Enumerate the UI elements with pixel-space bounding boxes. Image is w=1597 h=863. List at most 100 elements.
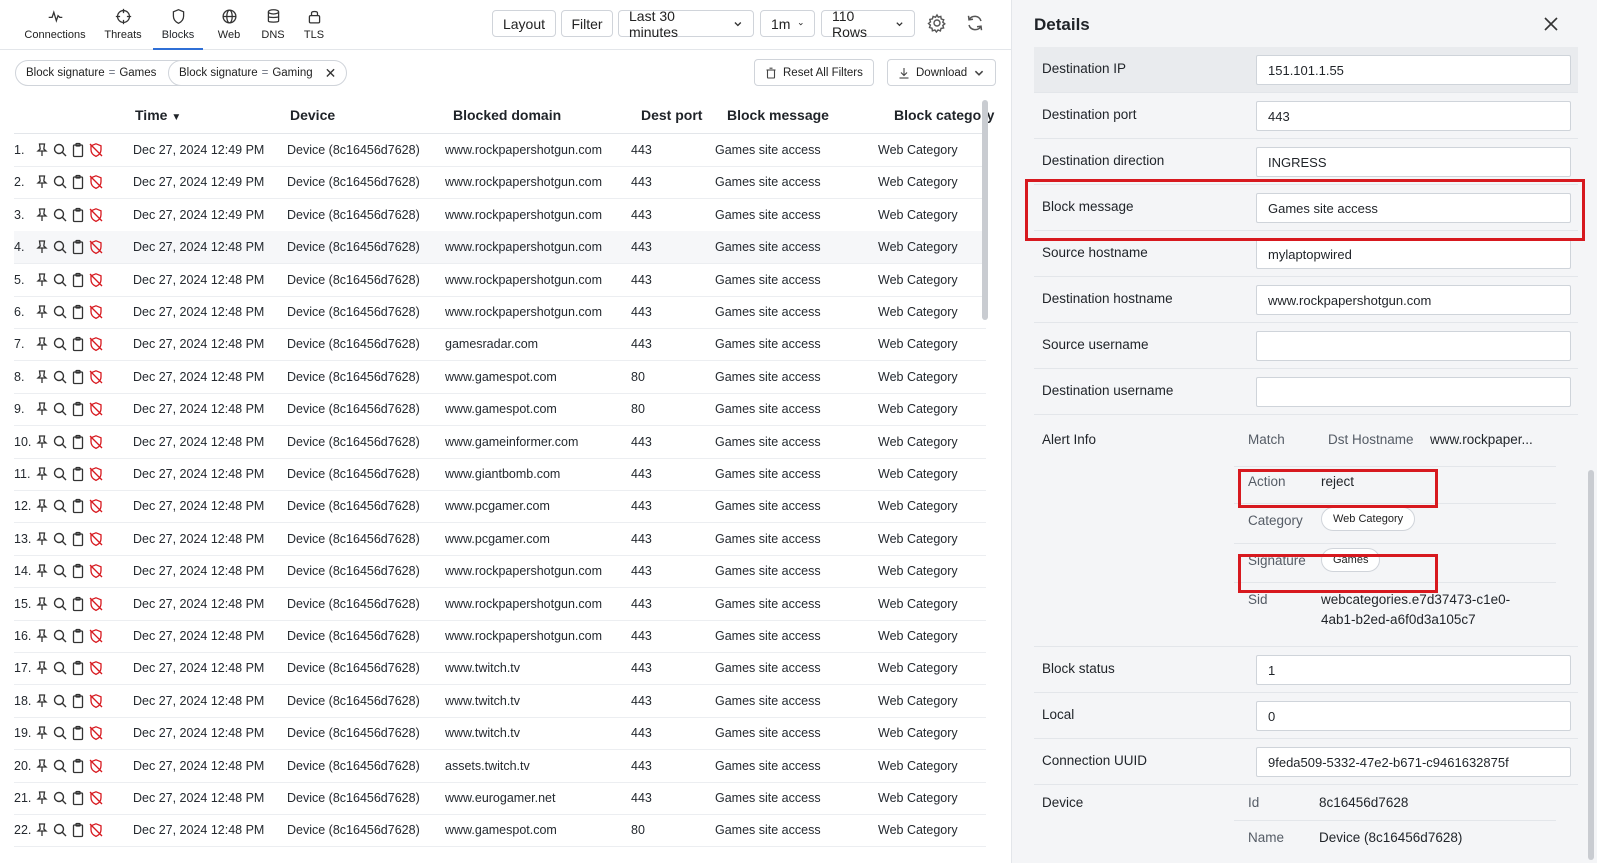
search-icon[interactable] xyxy=(52,563,68,579)
clipboard-icon[interactable] xyxy=(70,304,86,320)
pin-icon[interactable] xyxy=(34,272,50,288)
reset-filters-button[interactable]: Reset All Filters xyxy=(754,59,874,86)
table-row[interactable]: 21. Dec 27, 2024 12:48 PM Device (8c16456d… xyxy=(14,782,986,815)
detail-value-field[interactable]: INGRESS xyxy=(1256,147,1571,177)
pin-icon[interactable] xyxy=(34,758,50,774)
clipboard-icon[interactable] xyxy=(70,725,86,741)
pin-icon[interactable] xyxy=(34,401,50,417)
detail-value-field[interactable]: 443 xyxy=(1256,101,1571,131)
table-row[interactable]: 11. Dec 27, 2024 12:48 PM Device (8c16456d… xyxy=(14,458,986,491)
detail-value-field[interactable] xyxy=(1256,331,1571,361)
pin-icon[interactable] xyxy=(34,369,50,385)
search-icon[interactable] xyxy=(52,596,68,612)
search-icon[interactable] xyxy=(52,693,68,709)
column-header-domain[interactable]: Blocked domain xyxy=(453,107,561,123)
table-row[interactable]: 9. Dec 27, 2024 12:48 PM Device (8c16456d7… xyxy=(14,393,986,427)
settings-button[interactable] xyxy=(926,12,948,34)
table-row[interactable]: 13. Dec 27, 2024 12:48 PM Device (8c16456d… xyxy=(14,523,986,556)
search-icon[interactable] xyxy=(52,207,68,223)
unblock-icon[interactable] xyxy=(88,660,104,676)
pin-icon[interactable] xyxy=(34,725,50,741)
tab-threats[interactable]: Threats xyxy=(100,0,146,49)
search-icon[interactable] xyxy=(52,790,68,806)
search-icon[interactable] xyxy=(52,272,68,288)
table-row[interactable]: 6. Dec 27, 2024 12:48 PM Device (8c16456d7… xyxy=(14,296,986,329)
unblock-icon[interactable] xyxy=(88,272,104,288)
table-row[interactable]: 4. Dec 27, 2024 12:48 PM Device (8c16456d7… xyxy=(14,231,986,265)
pin-icon[interactable] xyxy=(34,142,50,158)
detail-value-field[interactable]: 9feda509-5332-47e2-b671-c9461632875f xyxy=(1256,747,1571,777)
clipboard-icon[interactable] xyxy=(70,207,86,223)
table-row[interactable]: 10. Dec 27, 2024 12:48 PM Device (8c16456d… xyxy=(14,426,986,459)
column-header-message[interactable]: Block message xyxy=(727,107,829,123)
search-icon[interactable] xyxy=(52,531,68,547)
detail-value-field[interactable]: 1 xyxy=(1256,655,1571,685)
layout-button[interactable]: Layout xyxy=(492,10,556,37)
column-header-device[interactable]: Device xyxy=(290,107,335,123)
search-icon[interactable] xyxy=(52,304,68,320)
clipboard-icon[interactable] xyxy=(70,336,86,352)
detail-value-field[interactable]: 151.101.1.55 xyxy=(1256,55,1571,85)
remove-filter-icon[interactable]: ✕ xyxy=(325,66,337,80)
table-row[interactable]: 5. Dec 27, 2024 12:48 PM Device (8c16456d7… xyxy=(14,264,986,297)
search-icon[interactable] xyxy=(52,660,68,676)
unblock-icon[interactable] xyxy=(88,822,104,838)
filter-chip[interactable]: Block signature = Gaming ✕ xyxy=(168,60,348,86)
unblock-icon[interactable] xyxy=(88,498,104,514)
details-scrollbar[interactable] xyxy=(1588,470,1594,860)
pin-icon[interactable] xyxy=(34,693,50,709)
tab-dns[interactable]: DNS xyxy=(254,0,292,49)
search-icon[interactable] xyxy=(52,498,68,514)
unblock-icon[interactable] xyxy=(88,142,104,158)
rows-select[interactable]: 110 Rows xyxy=(821,8,915,40)
clipboard-icon[interactable] xyxy=(70,239,86,255)
unblock-icon[interactable] xyxy=(88,174,104,190)
table-row[interactable]: 22. Dec 27, 2024 12:48 PM Device (8c16456d… xyxy=(14,814,986,848)
tab-connections[interactable]: Connections xyxy=(22,0,88,49)
clipboard-icon[interactable] xyxy=(70,466,86,482)
clipboard-icon[interactable] xyxy=(70,369,86,385)
table-row[interactable]: 12. Dec 27, 2024 12:48 PM Device (8c16456d… xyxy=(14,490,986,524)
pin-icon[interactable] xyxy=(34,660,50,676)
pin-icon[interactable] xyxy=(34,822,50,838)
pin-icon[interactable] xyxy=(34,498,50,514)
filter-button[interactable]: Filter xyxy=(561,10,613,37)
table-row[interactable]: 7. Dec 27, 2024 12:48 PM Device (8c16456d7… xyxy=(14,328,986,362)
table-row[interactable]: 20. Dec 27, 2024 12:48 PM Device (8c16456d… xyxy=(14,750,986,783)
column-header-port[interactable]: Dest port xyxy=(641,107,702,123)
pin-icon[interactable] xyxy=(34,434,50,450)
filter-chip[interactable]: Block signature = Games ✕ xyxy=(15,60,192,86)
detail-value-field[interactable]: mylaptopwired xyxy=(1256,239,1571,269)
clipboard-icon[interactable] xyxy=(70,401,86,417)
pin-icon[interactable] xyxy=(34,336,50,352)
table-row[interactable]: 15. Dec 27, 2024 12:48 PM Device (8c16456d… xyxy=(14,588,986,621)
detail-value-field[interactable] xyxy=(1256,377,1571,407)
unblock-icon[interactable] xyxy=(88,563,104,579)
clipboard-icon[interactable] xyxy=(70,693,86,709)
search-icon[interactable] xyxy=(52,401,68,417)
table-row[interactable]: 18. Dec 27, 2024 12:48 PM Device (8c16456d… xyxy=(14,685,986,718)
close-details-button[interactable] xyxy=(1541,14,1561,34)
clipboard-icon[interactable] xyxy=(70,596,86,612)
search-icon[interactable] xyxy=(52,758,68,774)
search-icon[interactable] xyxy=(52,628,68,644)
search-icon[interactable] xyxy=(52,725,68,741)
tab-web[interactable]: Web xyxy=(210,0,248,49)
search-icon[interactable] xyxy=(52,822,68,838)
pin-icon[interactable] xyxy=(34,563,50,579)
table-row[interactable]: 2. Dec 27, 2024 12:49 PM Device (8c16456d7… xyxy=(14,166,986,200)
unblock-icon[interactable] xyxy=(88,304,104,320)
detail-value-field[interactable]: 0 xyxy=(1256,701,1571,731)
interval-select[interactable]: 1m xyxy=(760,10,815,37)
clipboard-icon[interactable] xyxy=(70,531,86,547)
pin-icon[interactable] xyxy=(34,628,50,644)
search-icon[interactable] xyxy=(52,336,68,352)
table-scrollbar[interactable] xyxy=(982,100,988,320)
clipboard-icon[interactable] xyxy=(70,434,86,450)
column-header-time[interactable]: Time ▼ xyxy=(135,107,181,123)
unblock-icon[interactable] xyxy=(88,369,104,385)
clipboard-icon[interactable] xyxy=(70,563,86,579)
clipboard-icon[interactable] xyxy=(70,790,86,806)
table-row[interactable]: 8. Dec 27, 2024 12:48 PM Device (8c16456d7… xyxy=(14,361,986,394)
clipboard-icon[interactable] xyxy=(70,174,86,190)
